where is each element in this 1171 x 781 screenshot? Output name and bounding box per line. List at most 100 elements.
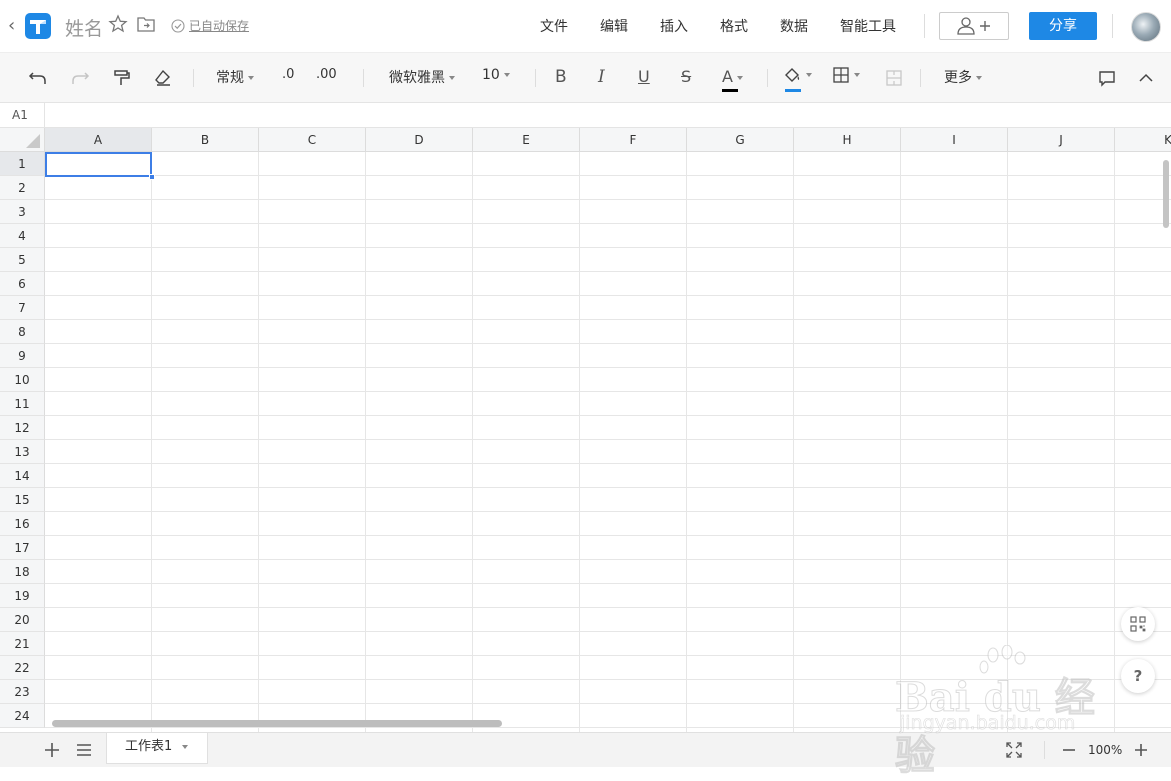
row-header-22[interactable]: 22 — [0, 656, 45, 680]
bold-button[interactable]: B — [555, 67, 567, 87]
row-header-2[interactable]: 2 — [0, 176, 45, 200]
menu-edit[interactable]: 编辑 — [600, 16, 628, 36]
row-header-15[interactable]: 15 — [0, 488, 45, 512]
row-header-8[interactable]: 8 — [0, 320, 45, 344]
comment-icon[interactable] — [1096, 67, 1118, 89]
qr-code-button[interactable] — [1121, 607, 1155, 641]
row-header-1[interactable]: 1 — [0, 152, 45, 176]
add-collaborator-button[interactable] — [939, 12, 1009, 40]
strikethrough-button[interactable]: S — [681, 67, 691, 86]
select-all-corner[interactable] — [0, 128, 45, 152]
back-icon[interactable]: ‹ — [8, 16, 22, 36]
decrease-decimal-button[interactable]: .0 — [282, 67, 294, 82]
row-header-6[interactable]: 6 — [0, 272, 45, 296]
menu-insert[interactable]: 插入 — [660, 16, 688, 36]
column-header-a[interactable]: A — [45, 128, 152, 152]
add-sheet-icon[interactable] — [43, 741, 61, 759]
sheet-tab[interactable]: 工作表1 — [106, 733, 208, 764]
sheet-list-icon[interactable] — [75, 741, 93, 759]
row-header-9[interactable]: 9 — [0, 344, 45, 368]
increase-decimal-button[interactable]: .00 — [316, 67, 337, 82]
row-header-24[interactable]: 24 — [0, 704, 45, 728]
underline-button[interactable]: U — [638, 67, 650, 86]
font-family-value: 微软雅黑 — [389, 70, 445, 86]
cell-reference[interactable]: A1 — [0, 103, 45, 128]
grid-column-line — [900, 152, 901, 732]
add-user-icon — [957, 17, 990, 35]
active-cell[interactable] — [45, 152, 152, 177]
column-header-e[interactable]: E — [473, 128, 580, 152]
row-header-23[interactable]: 23 — [0, 680, 45, 704]
column-header-d[interactable]: D — [366, 128, 473, 152]
row-header-12[interactable]: 12 — [0, 416, 45, 440]
row-header-19[interactable]: 19 — [0, 584, 45, 608]
collapse-toolbar-icon[interactable] — [1135, 67, 1157, 89]
divider — [920, 69, 921, 87]
format-toolbar: 常规 .0 .00 微软雅黑 10 B I U S A 更多 — [0, 52, 1171, 102]
font-color-button[interactable]: A — [722, 67, 743, 92]
share-button[interactable]: 分享 — [1029, 12, 1097, 40]
italic-button[interactable]: I — [598, 67, 605, 87]
font-family-select[interactable]: 微软雅黑 — [389, 67, 455, 87]
zoom-in-icon[interactable] — [1132, 741, 1150, 759]
zoom-level: 100% — [1088, 743, 1123, 757]
chevron-down-icon — [976, 76, 982, 80]
menu-file[interactable]: 文件 — [540, 16, 568, 36]
select-all-triangle-icon — [26, 134, 40, 148]
grid-row-line — [45, 319, 1171, 320]
row-header-7[interactable]: 7 — [0, 296, 45, 320]
row-header-21[interactable]: 21 — [0, 632, 45, 656]
qr-code-icon — [1130, 616, 1146, 632]
borders-button[interactable] — [832, 67, 860, 83]
document-title[interactable]: 姓名 — [65, 14, 103, 41]
grid-row-line — [45, 199, 1171, 200]
column-header-h[interactable]: H — [794, 128, 901, 152]
column-header-k[interactable]: K — [1115, 128, 1171, 152]
grid-row-line — [45, 391, 1171, 392]
row-header-13[interactable]: 13 — [0, 440, 45, 464]
merge-cells-icon[interactable] — [883, 67, 905, 89]
format-painter-icon[interactable] — [111, 67, 133, 89]
zoom-out-icon[interactable] — [1060, 741, 1078, 759]
avatar[interactable] — [1131, 12, 1161, 42]
fill-handle[interactable] — [149, 174, 155, 180]
chevron-down-icon — [449, 76, 455, 80]
menu-smart-tools[interactable]: 智能工具 — [840, 16, 896, 36]
row-header-17[interactable]: 17 — [0, 536, 45, 560]
border-grid-icon — [833, 67, 849, 83]
font-size-select[interactable]: 10 — [482, 67, 510, 83]
row-header-18[interactable]: 18 — [0, 560, 45, 584]
horizontal-scrollbar[interactable] — [52, 720, 502, 727]
more-menu[interactable]: 更多 — [944, 67, 982, 87]
column-header-f[interactable]: F — [580, 128, 687, 152]
fill-color-button[interactable] — [784, 67, 812, 92]
redo-icon[interactable] — [69, 67, 91, 89]
menu-data[interactable]: 数据 — [780, 16, 808, 36]
row-header-11[interactable]: 11 — [0, 392, 45, 416]
vertical-scrollbar[interactable] — [1163, 160, 1169, 228]
column-header-j[interactable]: J — [1008, 128, 1115, 152]
row-header-10[interactable]: 10 — [0, 368, 45, 392]
clear-format-icon[interactable] — [152, 67, 174, 89]
number-format-select[interactable]: 常规 — [216, 67, 254, 87]
move-to-folder-icon[interactable] — [137, 16, 155, 32]
row-header-20[interactable]: 20 — [0, 608, 45, 632]
row-header-5[interactable]: 5 — [0, 248, 45, 272]
column-header-c[interactable]: C — [259, 128, 366, 152]
column-header-i[interactable]: I — [901, 128, 1008, 152]
spreadsheet-grid[interactable]: ABCDEFGHIJK 1 2 3 4 5 6 7 8 9 10 11 12 13 14 15 16 17 18 1… — [0, 128, 1171, 732]
column-header-b[interactable]: B — [152, 128, 259, 152]
row-header-4[interactable]: 4 — [0, 224, 45, 248]
help-button[interactable]: ? — [1121, 659, 1155, 693]
undo-icon[interactable] — [27, 67, 49, 89]
row-header-14[interactable]: 14 — [0, 464, 45, 488]
chevron-down-icon[interactable] — [182, 744, 189, 749]
row-header-3[interactable]: 3 — [0, 200, 45, 224]
star-icon[interactable] — [108, 14, 128, 34]
row-header-16[interactable]: 16 — [0, 512, 45, 536]
column-header-g[interactable]: G — [687, 128, 794, 152]
font-color-letter: A — [722, 67, 733, 86]
menu-format[interactable]: 格式 — [720, 16, 748, 36]
grid-row-line — [45, 607, 1171, 608]
fullscreen-icon[interactable] — [1005, 741, 1023, 759]
